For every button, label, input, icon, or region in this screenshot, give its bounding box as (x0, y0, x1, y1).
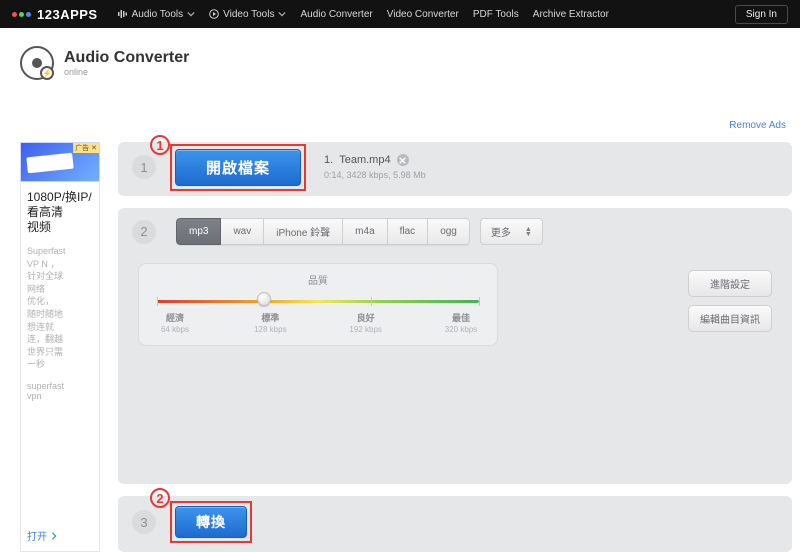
page-subtitle: online (64, 67, 189, 77)
quality-stop-best: 最佳320 kbps (441, 313, 481, 335)
format-m4a[interactable]: m4a (343, 218, 387, 245)
annotation-badge-1: 1 (150, 135, 170, 155)
format-segmented-control: mp3 wav iPhone 鈴聲 m4a flac ogg (176, 218, 470, 245)
page-title: Audio Converter (64, 49, 189, 67)
nav-label: Archive Extractor (533, 9, 609, 20)
ad-open-link[interactable]: 打开 (27, 516, 93, 543)
format-wav[interactable]: wav (221, 218, 264, 245)
slider-track (157, 300, 479, 303)
ad-tag[interactable]: 广告 ✕ (73, 143, 99, 153)
step-1-panel: 1 1 開啟檔案 1. Team.mp4 0:14, 3428 kbps, 5.… (118, 142, 792, 196)
quality-stop-economy: 經濟64 kbps (155, 313, 195, 335)
step-number-3: 3 (132, 510, 156, 534)
top-nav: Audio Tools Video Tools Audio Converter … (118, 9, 609, 20)
open-file-button[interactable]: 開啟檔案 (175, 149, 301, 186)
nav-pdf-tools[interactable]: PDF Tools (473, 9, 519, 20)
step-number-1: 1 (132, 155, 156, 179)
nav-video-tools[interactable]: Video Tools (209, 9, 286, 20)
remove-file-button[interactable] (397, 154, 409, 166)
annotation-badge-2: 2 (150, 488, 170, 508)
file-info: 1. Team.mp4 0:14, 3428 kbps, 5.98 Mb (324, 152, 426, 182)
app-record-icon: ⚡ (20, 46, 54, 80)
chevron-down-icon (187, 10, 195, 18)
highlight-box-2: 轉換 (170, 501, 252, 543)
quality-stop-standard: 標準128 kbps (250, 313, 290, 335)
lightning-badge-icon: ⚡ (40, 66, 54, 80)
format-ogg[interactable]: ogg (428, 218, 470, 245)
nav-label: Audio Tools (132, 9, 184, 20)
ad-body[interactable]: 1080P/换IP/看高清 视频 Superfast VP N ， 针对全球 网… (20, 182, 100, 552)
main-content: 广告 ✕ 1080P/换IP/看高清 视频 Superfast VP N ， 针… (20, 142, 792, 552)
ad-banner-image[interactable]: 广告 ✕ (20, 142, 100, 182)
highlight-box-1: 開啟檔案 (170, 144, 306, 191)
format-flac[interactable]: flac (388, 218, 429, 245)
updown-icon: ▲▼ (525, 227, 532, 237)
remove-ads-link[interactable]: Remove Ads (729, 120, 786, 131)
slider-knob[interactable] (257, 292, 271, 306)
file-index: 1. (324, 152, 333, 169)
page-header-zone: ⚡ Audio Converter online (0, 28, 800, 80)
signin-button[interactable]: Sign In (735, 5, 788, 24)
format-iphone-ringtone[interactable]: iPhone 鈴聲 (264, 218, 343, 245)
quality-title: 品質 (155, 272, 481, 287)
file-metadata: 0:14, 3428 kbps, 5.98 Mb (324, 169, 426, 183)
sidebar-ad: 广告 ✕ 1080P/换IP/看高清 视频 Superfast VP N ， 针… (20, 142, 100, 552)
advanced-settings-button[interactable]: 進階設定 (688, 270, 772, 297)
app-header: 123APPS Audio Tools Video Tools Audio Co… (0, 0, 800, 28)
quality-labels: 經濟64 kbps 標準128 kbps 良好192 kbps 最佳320 kb… (155, 313, 481, 335)
nav-label: Video Converter (387, 9, 459, 20)
close-icon (399, 157, 406, 164)
ad-link-label: 打开 (27, 528, 47, 543)
ad-description: Superfast VP N ， 针对全球 网络 优化， 随时随地 想连就 连，… (27, 245, 93, 371)
audio-bars-icon (118, 9, 128, 19)
play-icon (209, 9, 219, 19)
step-2-panel: 2 mp3 wav iPhone 鈴聲 m4a flac ogg 更多 ▲▼ (118, 208, 792, 484)
quality-block: 品質 經濟64 kbps 標準128 kbps 良好192 kbps 最佳320… (138, 263, 498, 346)
nav-audio-tools[interactable]: Audio Tools (118, 9, 196, 20)
logo-text: 123APPS (37, 7, 98, 22)
nav-audio-converter[interactable]: Audio Converter (300, 9, 372, 20)
format-more-dropdown[interactable]: 更多 ▲▼ (480, 218, 543, 245)
logo-dots-icon (12, 12, 31, 17)
chevron-down-icon (278, 10, 286, 18)
quality-stop-good: 良好192 kbps (346, 313, 386, 335)
convert-button[interactable]: 轉換 (175, 506, 247, 538)
edit-track-info-button[interactable]: 編輯曲目資訊 (688, 305, 772, 332)
step-number-2: 2 (132, 220, 156, 244)
nav-label: Audio Converter (300, 9, 372, 20)
ad-title: 1080P/换IP/看高清 视频 (27, 190, 93, 235)
steps-column: 1 1 開啟檔案 1. Team.mp4 0:14, 3428 kbps, 5.… (118, 142, 792, 552)
nav-archive-extractor[interactable]: Archive Extractor (533, 9, 609, 20)
format-mp3[interactable]: mp3 (176, 218, 221, 245)
site-logo[interactable]: 123APPS (12, 7, 98, 22)
step-3-panel: 2 3 轉換 (118, 496, 792, 552)
nav-label: PDF Tools (473, 9, 519, 20)
more-label: 更多 (491, 224, 511, 239)
nav-label: Video Tools (223, 9, 274, 20)
quality-slider[interactable] (157, 295, 479, 307)
file-name: Team.mp4 (339, 152, 390, 169)
nav-video-converter[interactable]: Video Converter (387, 9, 459, 20)
ad-brand: superfast vpn (27, 381, 93, 401)
chevron-right-icon (50, 532, 58, 540)
